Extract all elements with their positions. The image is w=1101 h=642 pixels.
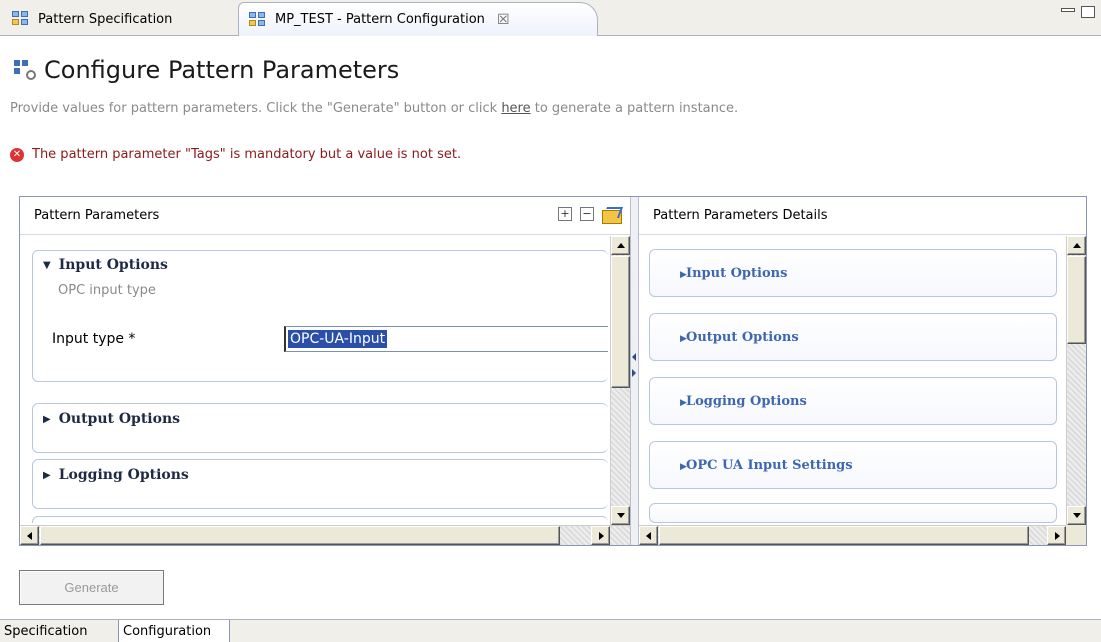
pattern-icon <box>12 11 30 27</box>
section-label: Output Options <box>58 411 181 427</box>
arrow-left-icon[interactable] <box>632 353 636 361</box>
collapsed-arrow-icon: ▶ <box>680 462 687 472</box>
panel-toolbar: + − <box>558 207 622 224</box>
error-icon: ✕ <box>10 147 24 162</box>
scroll-up-button[interactable] <box>611 236 630 255</box>
pattern-parameters-header: Pattern Parameters <box>20 197 630 235</box>
description-text-suffix: to generate a pattern instance. <box>530 101 739 116</box>
tab-configuration[interactable]: Configuration <box>118 620 230 642</box>
description-text: Provide values for pattern parameters. C… <box>10 101 502 116</box>
page-title: Configure Pattern Parameters <box>14 56 399 84</box>
section-header[interactable]: ▼ Input Options <box>33 251 608 279</box>
open-folder-icon[interactable] <box>602 207 622 224</box>
bottom-tab-strip: Specification Configuration <box>0 619 1101 642</box>
tab-label: MP_TEST - Pattern Configuration <box>275 12 485 27</box>
expanded-arrow-icon: ▼ <box>43 259 51 271</box>
scroll-thumb[interactable] <box>1067 256 1086 344</box>
section-label: Input Options <box>686 265 788 281</box>
collapsed-arrow-icon: ▶ <box>680 270 687 280</box>
horizontal-scrollbar[interactable] <box>20 525 630 545</box>
details-header: Pattern Parameters Details <box>639 197 1086 235</box>
arrow-right-icon[interactable] <box>632 369 636 377</box>
configure-pattern-icon <box>14 60 36 80</box>
editor-tab-strip: Pattern Specification MP_TEST - Pattern … <box>0 0 1101 36</box>
section-header[interactable]: ▶ Logging Options <box>33 460 608 490</box>
vertical-scrollbar[interactable] <box>1066 236 1086 525</box>
pattern-parameters-details-panel: Pattern Parameters Details ▶ Input Optio… <box>638 197 1086 545</box>
page-description: Provide values for pattern parameters. C… <box>10 101 738 116</box>
tab-specification[interactable]: Specification <box>0 620 118 642</box>
scroll-down-button[interactable] <box>1067 506 1086 525</box>
input-type-field[interactable]: OPC-UA-Input <box>284 326 608 352</box>
scroll-thumb[interactable] <box>611 256 630 388</box>
error-message: ✕ The pattern parameter "Tags" is mandat… <box>10 147 461 162</box>
panel-sash[interactable] <box>631 197 638 545</box>
scroll-right-button[interactable] <box>591 526 610 545</box>
section-label: Input Options <box>58 257 168 273</box>
section-label: Logging Options <box>686 393 807 409</box>
collapsed-arrow-icon: ▶ <box>680 398 687 408</box>
details-opc-ua-input-settings[interactable]: ▶ OPC UA Input Settings <box>649 441 1057 489</box>
section-partial <box>32 516 608 523</box>
scroll-thumb[interactable] <box>40 526 560 545</box>
collapsed-arrow-icon: ▶ <box>43 413 51 425</box>
maximize-icon[interactable] <box>1081 6 1095 18</box>
scroll-right-button[interactable] <box>1047 526 1066 545</box>
details-logging-options[interactable]: ▶ Logging Options <box>649 377 1057 425</box>
expand-all-icon[interactable]: + <box>558 207 572 221</box>
collapse-all-icon[interactable]: − <box>580 207 594 221</box>
section-label: Logging Options <box>58 467 189 483</box>
error-text: The pattern parameter "Tags" is mandator… <box>32 147 462 162</box>
minimize-icon[interactable] <box>1061 8 1075 12</box>
scroll-left-button[interactable] <box>20 526 39 545</box>
details-output-options[interactable]: ▶ Output Options <box>649 313 1057 361</box>
scroll-down-button[interactable] <box>611 506 630 525</box>
tab-label: Pattern Specification <box>38 11 173 27</box>
input-type-value: OPC-UA-Input <box>288 330 388 348</box>
vertical-scrollbar[interactable] <box>610 236 630 525</box>
input-type-label: Input type * <box>52 331 136 347</box>
collapsed-arrow-icon: ▶ <box>43 469 51 481</box>
tab-pattern-configuration[interactable]: MP_TEST - Pattern Configuration ☒ <box>238 2 598 36</box>
section-subtitle: OPC input type <box>58 283 156 298</box>
generate-button[interactable]: Generate <box>19 570 164 605</box>
section-input-options[interactable]: ▼ Input Options OPC input type <box>32 250 608 382</box>
panel-title: Pattern Parameters Details <box>653 208 828 223</box>
generate-link[interactable]: here <box>501 101 530 116</box>
collapsed-arrow-icon: ▶ <box>680 334 687 344</box>
section-output-options[interactable]: ▶ Output Options <box>32 403 608 453</box>
section-label: Output Options <box>686 329 799 345</box>
page-title-text: Configure Pattern Parameters <box>44 56 400 84</box>
scroll-left-button[interactable] <box>639 526 658 545</box>
section-header[interactable]: ▶ Output Options <box>33 404 608 434</box>
horizontal-scrollbar[interactable] <box>639 525 1086 545</box>
details-input-options[interactable]: ▶ Input Options <box>649 249 1057 297</box>
scroll-corner <box>1066 525 1086 545</box>
section-label: OPC UA Input Settings <box>686 457 853 473</box>
scroll-thumb[interactable] <box>659 526 1029 545</box>
section-logging-options[interactable]: ▶ Logging Options <box>32 459 608 509</box>
parameters-scroll-area: ▼ Input Options OPC input type Input typ… <box>20 236 608 523</box>
parameters-frame: Pattern Parameters + − ▼ Input Options O… <box>19 196 1087 546</box>
pattern-icon <box>249 11 267 28</box>
panel-title: Pattern Parameters <box>34 208 160 223</box>
details-partial-section <box>649 503 1057 523</box>
input-type-row: Input type * OPC-UA-Input <box>52 326 608 352</box>
scroll-up-button[interactable] <box>1067 236 1086 255</box>
tab-pattern-specification[interactable]: Pattern Specification <box>2 2 232 36</box>
pattern-parameters-panel: Pattern Parameters + − ▼ Input Options O… <box>20 197 631 545</box>
close-icon[interactable]: ☒ <box>497 12 510 28</box>
